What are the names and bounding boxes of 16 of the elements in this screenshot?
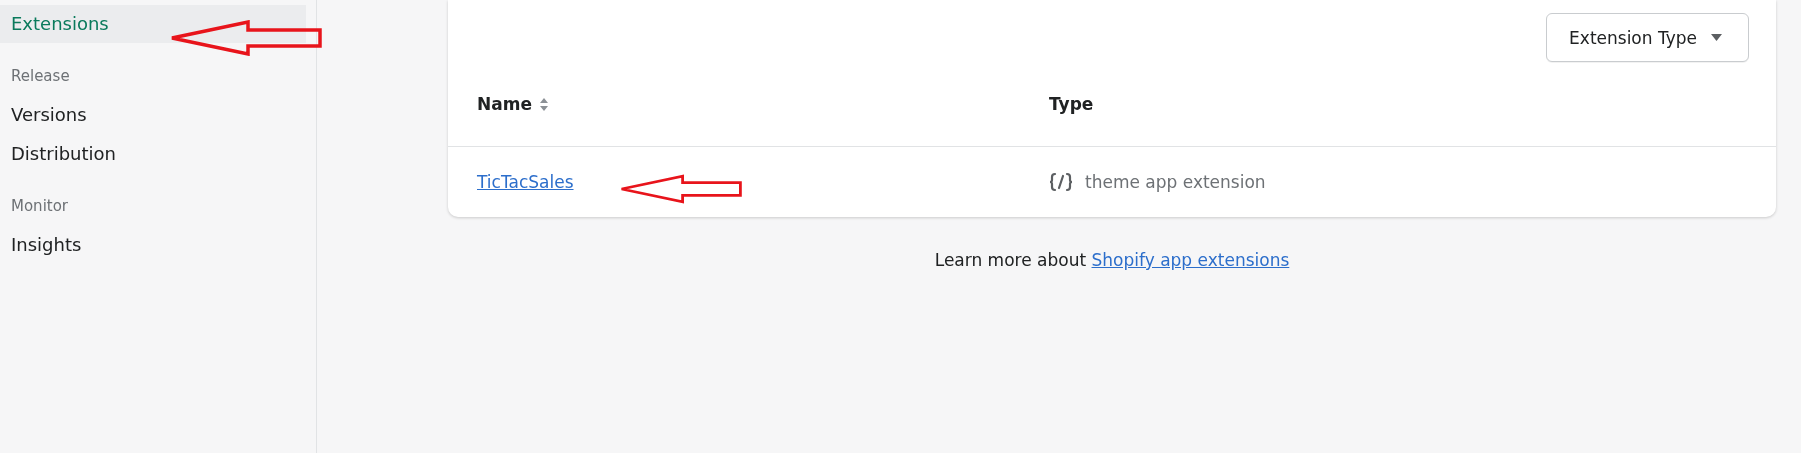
sidebar-item[interactable]: Extensions [0,5,306,43]
column-header[interactable]: Name [477,94,532,114]
extension-link[interactable]: TicTacSales [477,172,574,192]
section-heading: Monitor [10,196,70,217]
section-heading: Release [10,66,71,87]
sort-icon[interactable] [539,97,548,111]
column-header: Type [1049,94,1094,114]
code-icon [1049,172,1073,192]
filter-dropdown[interactable]: Extension Type [1546,13,1749,62]
caret-icon [1711,34,1722,41]
extension-type: theme app extension [1085,172,1266,192]
sidebar-item[interactable]: Distribution [0,135,306,173]
sidebar-item[interactable]: Versions [0,96,306,134]
help-text: Learn more about Shopify app extensions [933,250,1291,270]
help-link[interactable]: Shopify app extensions [1091,250,1290,270]
sidebar-item[interactable]: Insights [0,226,306,264]
